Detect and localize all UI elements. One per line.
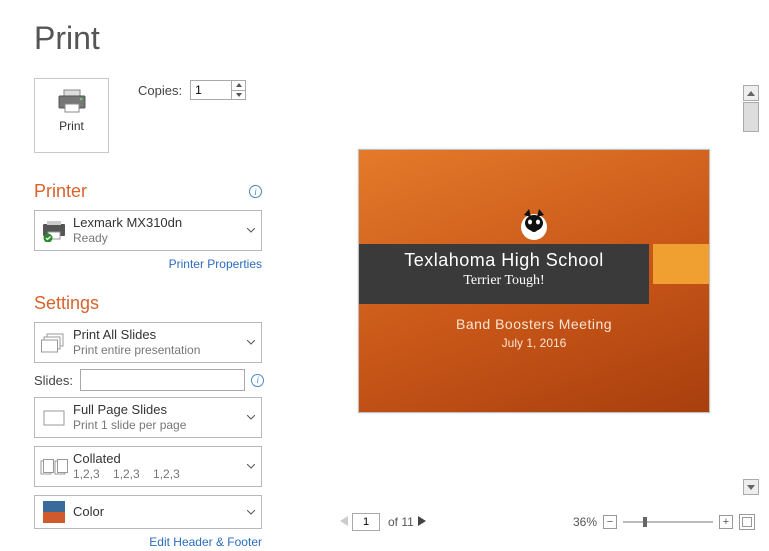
printer-icon <box>57 89 87 113</box>
printer-dropdown[interactable]: Lexmark MX310dn Ready <box>34 210 262 251</box>
copies-spinner[interactable] <box>190 80 246 100</box>
layout-label: Full Page Slides <box>73 402 241 418</box>
zoom-to-fit-button[interactable] <box>739 514 755 530</box>
print-button[interactable]: Print <box>34 78 109 153</box>
edit-header-footer-link[interactable]: Edit Header & Footer <box>34 529 264 551</box>
full-page-icon <box>35 404 73 432</box>
collate-label: Collated <box>73 451 241 467</box>
settings-section-head: Settings <box>34 293 264 314</box>
printer-info-icon[interactable]: i <box>249 185 262 198</box>
preview-scrollbar[interactable] <box>743 85 759 133</box>
scroll-thumb[interactable] <box>743 102 759 132</box>
print-options-pane: Print Printer i Lexmark MX310dn Ready Pr… <box>34 78 264 551</box>
mascot-icon <box>514 205 554 245</box>
layout-sub: Print 1 slide per page <box>73 418 241 433</box>
printer-name: Lexmark MX310dn <box>73 215 241 231</box>
slide-tagline: Terrier Tough! <box>359 273 649 289</box>
accent-block <box>653 244 709 284</box>
print-what-dropdown[interactable]: Print All Slides Print entire presentati… <box>34 322 262 363</box>
zoom-level-label: 36% <box>573 515 597 529</box>
color-swatch-icon <box>35 497 73 527</box>
color-label: Color <box>73 504 241 520</box>
settings-section-label: Settings <box>34 293 99 313</box>
page-of-label: of 11 <box>388 515 414 529</box>
slide-subtitle: Band Boosters Meeting <box>359 316 709 332</box>
chevron-down-icon <box>241 464 261 469</box>
printer-device-icon <box>35 216 73 246</box>
slide-title: Texlahoma High School <box>359 250 649 271</box>
slide-date: July 1, 2016 <box>359 336 709 350</box>
slides-info-icon[interactable]: i <box>251 374 264 387</box>
preview-pane: Texlahoma High School Terrier Tough! Ban… <box>300 75 759 533</box>
chevron-down-icon <box>241 340 261 345</box>
chevron-down-icon <box>241 510 261 515</box>
scroll-up-button[interactable] <box>743 85 759 101</box>
slide-preview: Texlahoma High School Terrier Tough! Ban… <box>358 149 710 413</box>
slides-range-input[interactable] <box>80 369 245 391</box>
page-title: Print <box>0 0 769 71</box>
copies-up-button[interactable] <box>231 81 245 91</box>
slides-stack-icon <box>35 328 73 358</box>
collate-dropdown[interactable]: Collated 1,2,3 1,2,3 1,2,3 <box>34 446 262 487</box>
zoom-out-button[interactable]: − <box>603 515 617 529</box>
zoom-slider[interactable] <box>623 521 713 523</box>
chevron-down-icon <box>241 228 261 233</box>
print-button-label: Print <box>35 119 108 133</box>
layout-dropdown[interactable]: Full Page Slides Print 1 slide per page <box>34 397 262 438</box>
zoom-slider-handle[interactable] <box>643 517 647 527</box>
color-dropdown[interactable]: Color <box>34 495 262 529</box>
scroll-down-button[interactable] <box>743 479 759 495</box>
copies-label: Copies: <box>138 83 182 98</box>
page-number-input[interactable] <box>352 513 380 531</box>
prev-page-button[interactable] <box>340 513 348 531</box>
print-what-label: Print All Slides <box>73 327 241 343</box>
copies-input[interactable] <box>191 81 231 99</box>
collate-sub: 1,2,3 1,2,3 1,2,3 <box>73 467 241 482</box>
zoom-in-button[interactable]: + <box>719 515 733 529</box>
chevron-down-icon <box>241 415 261 420</box>
next-page-button[interactable] <box>418 513 426 531</box>
printer-section-head: Printer i <box>34 181 264 202</box>
printer-status: Ready <box>73 231 241 246</box>
printer-section-label: Printer <box>34 181 87 201</box>
slides-range-label: Slides: <box>34 373 74 388</box>
copies-down-button[interactable] <box>231 91 245 100</box>
print-what-sub: Print entire presentation <box>73 343 241 358</box>
printer-properties-link[interactable]: Printer Properties <box>34 251 264 273</box>
collated-icon <box>35 453 73 481</box>
